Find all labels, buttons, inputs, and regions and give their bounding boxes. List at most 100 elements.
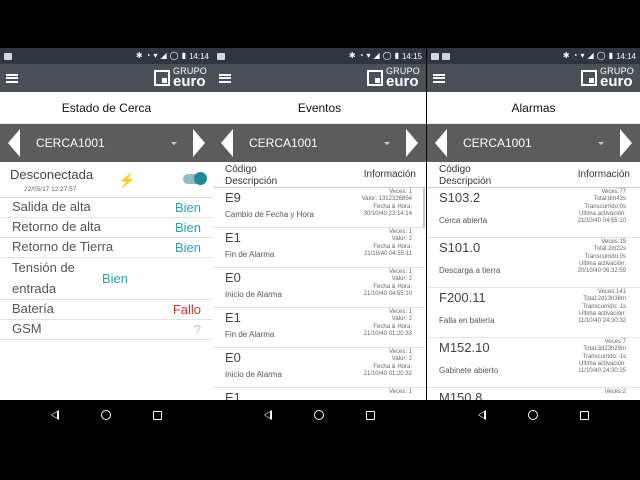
- list-item[interactable]: E0 Inicio de Alarma Veces: 1 Valor: 2 Fecha …: [213, 268, 426, 308]
- item-info-line: Total:2m22s: [593, 246, 626, 253]
- fence-dropdown[interactable]: CERCA1001: [20, 136, 193, 150]
- list-item[interactable]: S101.0 Descarga a tierra Veces:19 Total:2m2…: [427, 238, 640, 288]
- item-info-line: Veces:141: [597, 289, 626, 295]
- fence-dropdown[interactable]: CERCA1001: [233, 136, 406, 150]
- screen-alarmas: ✱ ◔ ▾ ◢ ◯ ▮ 14:14 GRUPO euro Alarmas CERC…: [427, 48, 640, 400]
- message-icon: [217, 52, 225, 60]
- status-time: 14:14: [188, 51, 209, 61]
- back-icon[interactable]: [478, 410, 486, 420]
- list-item[interactable]: E1 Fin de Alarma Veces: 1 Valor: 2 Fecha & H…: [213, 308, 426, 348]
- scrollbar[interactable]: [423, 188, 425, 228]
- status-row-value: Bien: [174, 240, 201, 255]
- message-icon: [4, 52, 12, 60]
- home-icon[interactable]: [101, 410, 111, 420]
- alarm-icon: ◔: [145, 51, 151, 60]
- signal-icon: ◢: [373, 51, 380, 60]
- list-item[interactable]: S103.2 Cerca abierta Veces:77 Total:8m43s Tr…: [427, 188, 640, 238]
- wifi-icon: ▾: [366, 51, 371, 60]
- item-info-line: Fecha & Hora:: [373, 283, 412, 290]
- status-time: 14:14: [615, 51, 636, 61]
- menu-icon[interactable]: [6, 73, 18, 83]
- item-info-line: Transcurrido:0s: [584, 203, 626, 210]
- status-row-retorno-de-alta: Retorno de alta Bien: [0, 218, 213, 238]
- recent-apps-icon[interactable]: [366, 410, 375, 420]
- menu-icon[interactable]: [433, 73, 445, 83]
- fence-selector: CERCA1001: [0, 124, 213, 162]
- item-info-line: Veces:77: [601, 189, 626, 195]
- status-row-label: Retorno de alta: [12, 219, 101, 235]
- status-row-value: Bien: [102, 271, 129, 286]
- home-icon[interactable]: [528, 410, 538, 420]
- item-info-line: Total:2d13h38m: [583, 296, 626, 303]
- item-description: Gabinete abierto: [439, 366, 499, 375]
- previous-arrow-icon[interactable]: [221, 129, 233, 157]
- home-icon[interactable]: [314, 410, 324, 420]
- item-info-line: Total:3d23h29m: [583, 346, 626, 353]
- item-code: M152.10: [439, 340, 490, 355]
- list-item[interactable]: E9 Cambio de Fecha y Hora Veces: 1 Valor: 1…: [213, 188, 426, 228]
- status-bar: ✱ ◔ ▾ ◢ ◯ ▮ 14:15: [213, 48, 426, 64]
- item-code: S103.2: [439, 190, 481, 205]
- fence-selector: CERCA1001: [213, 124, 426, 162]
- status-row-bateria: Batería Fallo: [0, 300, 213, 320]
- status-row-value: ?: [193, 322, 201, 337]
- status-row-label: Salida de alta: [12, 199, 91, 215]
- status-row-value: Fallo: [172, 302, 201, 317]
- next-arrow-icon[interactable]: [620, 129, 632, 157]
- alarms-list[interactable]: S103.2 Cerca abierta Veces:77 Total:8m43s Tr…: [427, 188, 640, 400]
- list-item[interactable]: M150.8 Veces:2: [427, 388, 640, 400]
- item-description: Descarga a tierra: [439, 266, 501, 275]
- item-info: Veces:7 Total:3d23h29m Transcurrido:-1s Ult…: [578, 339, 626, 376]
- back-icon[interactable]: [264, 410, 272, 420]
- wifi-icon: ▾: [580, 51, 585, 60]
- header-description: Descripción: [225, 175, 278, 187]
- item-info: Veces:141 Total:2d13h38m Transcurrido:-1s U…: [578, 289, 626, 326]
- status-row-gsm: GSM ?: [0, 320, 213, 340]
- item-info-line: Valor: 2: [391, 356, 412, 363]
- recent-apps-icon[interactable]: [153, 410, 162, 420]
- connection-toggle[interactable]: [183, 172, 207, 185]
- item-code: E9: [225, 190, 241, 205]
- list-item[interactable]: E0 Inicio de Alarma Veces: 1 Valor: 2 Fecha …: [213, 348, 426, 388]
- status-row-label: GSM: [12, 321, 42, 337]
- list-item[interactable]: F200.11 Falla en batería Veces:141 Total:2d…: [427, 288, 640, 338]
- fence-dropdown[interactable]: CERCA1001: [447, 136, 620, 150]
- grupo-euro-logo: GRUPO euro: [153, 67, 207, 89]
- item-info-line: 21/10/40 01:20:32: [363, 370, 412, 377]
- status-row-value: Bien: [174, 200, 201, 215]
- item-info: Veces: 1 Valor: 2 Fecha & Hora: 21/10/40 04…: [364, 269, 412, 298]
- item-info: Veces: 1 Valor: 2 Fecha & Hora: 21/10/40 01…: [364, 309, 412, 338]
- fence-dropdown-value: CERCA1001: [463, 136, 532, 150]
- previous-arrow-icon[interactable]: [435, 129, 447, 157]
- item-info-line: 11/10/40 24:30:25: [578, 368, 626, 375]
- previous-arrow-icon[interactable]: [8, 129, 20, 157]
- list-item[interactable]: E1 Veces: 1: [213, 388, 426, 400]
- header-info: Información: [363, 169, 416, 180]
- next-arrow-icon[interactable]: [193, 129, 205, 157]
- status-row-label: Batería: [12, 301, 54, 317]
- item-info-line: 21/10/40 04:55:11: [364, 250, 412, 257]
- recent-apps-icon[interactable]: [580, 410, 589, 420]
- list-item[interactable]: M152.10 Gabinete abierto Veces:7 Total:3d23…: [427, 338, 640, 388]
- battery-icon: ▮: [394, 51, 399, 60]
- events-list[interactable]: E9 Cambio de Fecha y Hora Veces: 1 Valor: 1…: [213, 188, 426, 400]
- item-info-line: Veces:2: [604, 389, 626, 395]
- item-info-line: 21/10/40 04:55:10: [577, 218, 626, 225]
- item-info-line: Fecha & Hora:: [373, 203, 412, 210]
- item-description: Fin de Alarma: [225, 330, 275, 339]
- item-info-line: Fecha & Hora:: [373, 363, 412, 370]
- next-arrow-icon[interactable]: [406, 129, 418, 157]
- back-icon[interactable]: [51, 410, 59, 420]
- list-item[interactable]: E1 Fin de Alarma Veces: 1 Valor: 2 Fecha & H…: [213, 228, 426, 268]
- item-info-line: Transcurrido:-1s: [582, 303, 626, 310]
- item-info-line: Ultima activación:: [578, 310, 626, 317]
- status-row-label: Tensión de entrada: [12, 259, 75, 296]
- navigation-bar: [0, 400, 640, 430]
- item-info-line: Valor: 1312326854: [361, 196, 412, 203]
- item-info-line: 30/10/40 23:14:14: [363, 210, 412, 217]
- menu-icon[interactable]: [219, 73, 231, 83]
- item-info-line: Ultima activación:: [578, 360, 626, 367]
- alarm-icon: ◔: [358, 51, 364, 60]
- item-info: Veces: 1 Valor: 1312326854 Fecha & Hora: 30…: [362, 189, 412, 218]
- fence-selector: CERCA1001: [427, 124, 640, 162]
